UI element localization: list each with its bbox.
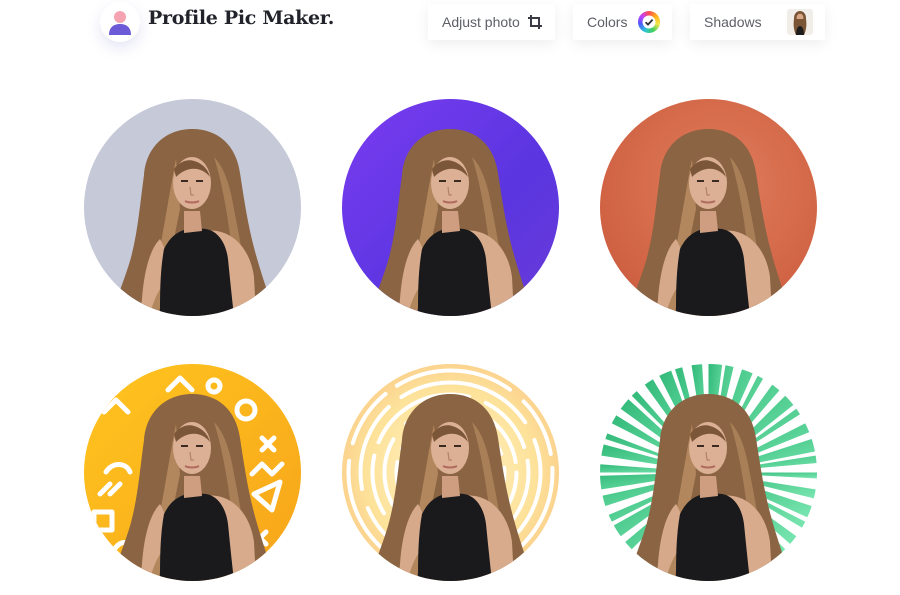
colors-button[interactable]: Colors	[573, 4, 672, 40]
shadows-button[interactable]: Shadows	[690, 4, 825, 40]
app-title: Profile Pic Maker.	[148, 7, 334, 29]
portrait-photo	[112, 394, 274, 581]
shadows-label: Shadows	[704, 14, 762, 30]
crop-icon	[528, 15, 542, 29]
style-option-green-rays[interactable]	[600, 364, 817, 581]
color-wheel-icon	[638, 11, 660, 33]
portrait-photo	[628, 129, 790, 316]
style-option-gray[interactable]	[84, 99, 301, 316]
top-bar: Profile Pic Maker. Adjust photo Colors S…	[0, 0, 900, 48]
portrait-photo	[370, 129, 532, 316]
user-avatar-icon	[109, 11, 131, 35]
portrait-thumbnail-icon	[787, 9, 813, 35]
adjust-photo-label: Adjust photo	[442, 14, 520, 30]
app-title-dot: .	[327, 7, 335, 29]
portrait-photo	[112, 129, 274, 316]
portrait-photo	[370, 394, 532, 581]
portrait-photo	[628, 394, 790, 581]
style-option-purple[interactable]	[342, 99, 559, 316]
style-option-yellow-rings[interactable]	[342, 364, 559, 581]
logo-badge[interactable]	[100, 2, 140, 42]
colors-label: Colors	[587, 14, 628, 30]
style-option-orange[interactable]	[600, 99, 817, 316]
app-title-text: Profile Pic Maker	[148, 7, 328, 29]
adjust-photo-button[interactable]: Adjust photo	[428, 4, 555, 40]
style-option-yellow-shapes[interactable]	[84, 364, 301, 581]
